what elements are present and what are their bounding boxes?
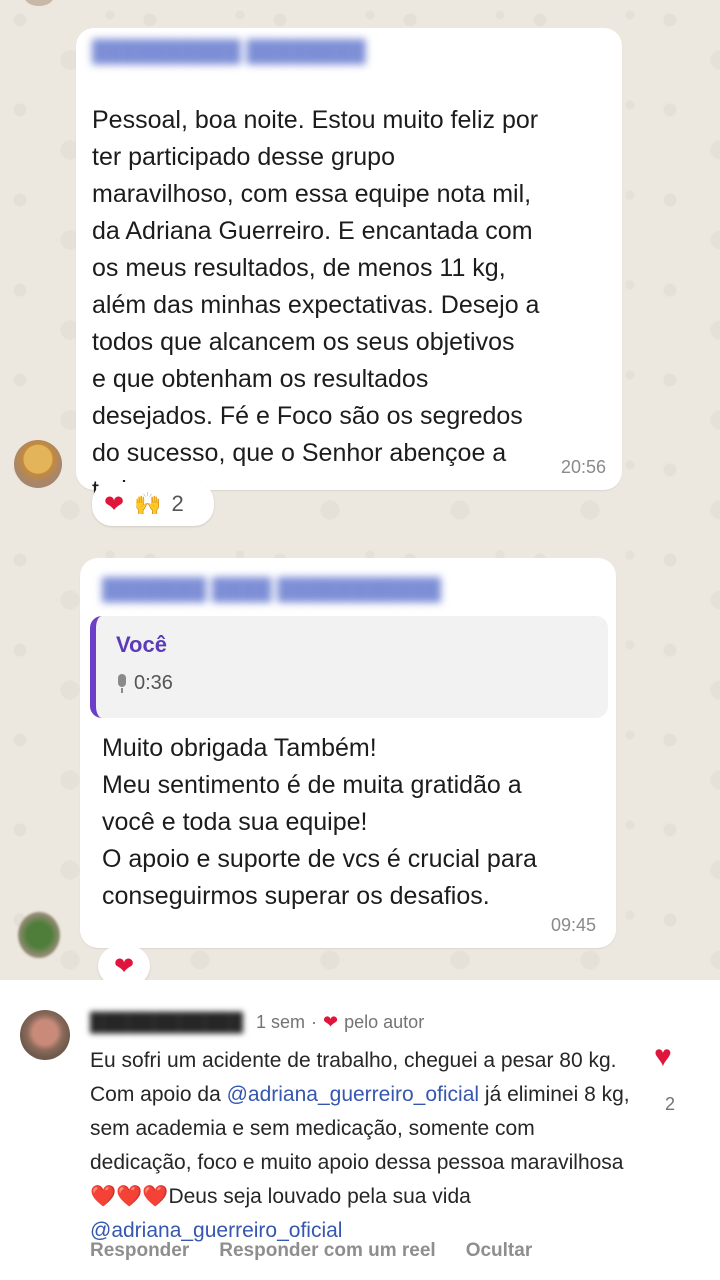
- sender-name-blurred: ██████████ ████████: [92, 40, 366, 63]
- like-heart-icon[interactable]: ♥: [654, 1040, 672, 1074]
- message-time: 20:56: [560, 457, 606, 477]
- separator-dot: ·: [311, 1012, 318, 1032]
- mention-link[interactable]: @adriana_guerreiro_oficial: [227, 1083, 479, 1106]
- hide-button[interactable]: Ocultar: [466, 1240, 533, 1262]
- sender-name-blurred: ███████ ████ ███████████: [102, 578, 441, 601]
- microphone-icon: [116, 673, 128, 694]
- message-time: 09:45: [550, 915, 596, 935]
- comment-actions: Responder Responder com um reel Ocultar: [90, 1240, 532, 1262]
- heart-icon: ❤: [113, 952, 135, 980]
- reaction-count: 2: [171, 491, 184, 516]
- message-bubble[interactable]: ██████████ ████████ Pessoal, boa noite. …: [76, 28, 622, 504]
- commenter-avatar[interactable]: [20, 1010, 70, 1060]
- raised-hands-icon: 🙌: [134, 491, 162, 516]
- like-count: 2: [664, 1094, 675, 1114]
- quoted-audio-message[interactable]: Você 0:36: [90, 616, 608, 718]
- quote-author: Você: [116, 632, 167, 657]
- comment-age: 1 sem: [256, 1012, 306, 1032]
- liked-by-author: pelo autor: [344, 1012, 425, 1032]
- message-text: Pessoal, boa noite. Estou muito feliz po…: [92, 106, 540, 504]
- reply-message-bubble[interactable]: ███████ ████ ███████████ Você 0:36 Muito…: [80, 558, 616, 948]
- comment: ████████████ 1 sem · ❤ pelo autor Eu sof…: [0, 980, 720, 1280]
- sender-avatar[interactable]: [18, 912, 60, 958]
- sender-avatar[interactable]: [14, 440, 62, 488]
- heart-icon: ❤️❤️❤️: [90, 1185, 169, 1208]
- message-text: Muito obrigada Também! Meu sentimento é …: [102, 734, 537, 910]
- commenter-username-blurred[interactable]: ████████████: [90, 1012, 250, 1033]
- reactions-bar[interactable]: ❤: [98, 946, 150, 980]
- reply-with-reel-button[interactable]: Responder com um reel: [219, 1240, 435, 1262]
- comment-text-part: Deus seja louvado pela sua vida: [168, 1185, 471, 1208]
- reactions-bar[interactable]: ❤ 🙌 2: [92, 482, 214, 526]
- heart-icon: ❤: [104, 490, 125, 518]
- chat-area: ██████████ ████████ Pessoal, boa noite. …: [0, 0, 720, 980]
- heart-icon: ❤: [323, 1012, 339, 1032]
- mention-link[interactable]: @adriana_guerreiro_oficial: [90, 1219, 342, 1242]
- comment-header: ████████████ 1 sem · ❤ pelo autor: [90, 1012, 424, 1033]
- comment-text: Eu sofri um acidente de trabalho, chegue…: [90, 1044, 640, 1248]
- quote-audio: 0:36: [116, 672, 173, 695]
- audio-duration: 0:36: [134, 672, 173, 694]
- avatar[interactable]: [24, 0, 54, 6]
- reply-button[interactable]: Responder: [90, 1240, 189, 1262]
